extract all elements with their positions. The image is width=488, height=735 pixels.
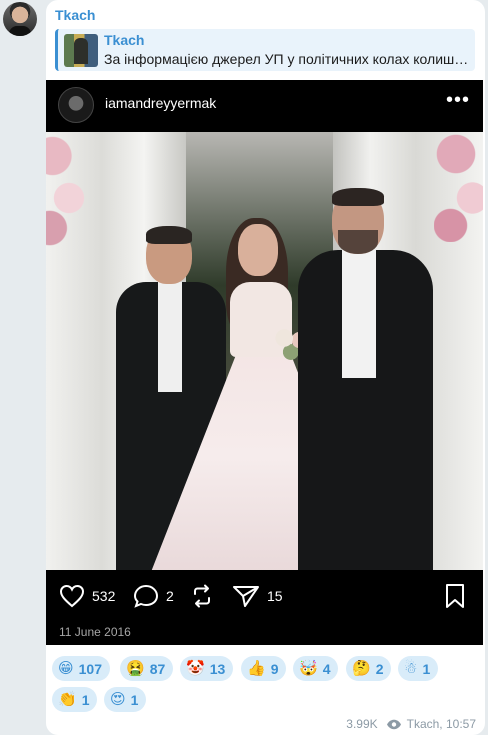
reply-sender-name: Tkach (104, 32, 145, 48)
reaction-emoji: 🤯 (299, 660, 318, 677)
reaction-emoji: 👏 (58, 691, 77, 708)
reaction-button[interactable]: 🤮 87 (120, 656, 174, 681)
bookmark-action (444, 583, 466, 609)
reaction-count: 1 (81, 691, 90, 708)
comment-icon (133, 584, 159, 608)
reaction-button[interactable]: 👏 1 (52, 687, 98, 712)
comment-action: 2 (133, 583, 174, 609)
reaction-count: 87 (149, 660, 166, 677)
message-footer: Tkach, 10:57 (406, 717, 476, 731)
reaction-count: 9 (270, 660, 279, 677)
send-icon (233, 586, 259, 607)
eye-icon (386, 719, 401, 729)
reaction-button[interactable]: 🤔 2 (346, 656, 392, 681)
comments-count: 2 (166, 588, 174, 604)
more-icon: ••• (446, 89, 471, 111)
reply-text: За інформацією джерел УП у політичних ко… (104, 51, 472, 67)
reaction-button[interactable]: 🤯 4 (293, 656, 339, 681)
shares-count: 15 (267, 588, 283, 604)
post-username: iamandreyyermak (105, 95, 217, 111)
reaction-emoji: 🤔 (352, 660, 371, 677)
reaction-button[interactable]: 👍 9 (241, 656, 287, 681)
reaction-emoji: 👍 (247, 660, 266, 677)
reply-thumbnail (64, 34, 98, 67)
message-bubble: Tkach Tkach За інформацією джерел УП у п… (46, 0, 485, 735)
heart-icon (59, 584, 85, 608)
message-meta: 3.99K Tkach, 10:57 (346, 717, 476, 731)
post-actions: 532 2 15 (46, 570, 483, 620)
reaction-count: 4 (322, 660, 331, 677)
reaction-emoji: 😍 (110, 691, 126, 708)
repost-icon (194, 584, 210, 608)
reaction-button[interactable]: 😍 1 (104, 687, 147, 712)
profile-avatar (58, 87, 94, 123)
reaction-count: 2 (375, 660, 384, 677)
repost-action (189, 583, 215, 609)
reaction-emoji: 😁 (58, 660, 74, 677)
views-count: 3.99K (346, 717, 378, 731)
reaction-button[interactable]: 😁 107 (52, 656, 110, 681)
sender-name[interactable]: Tkach (55, 7, 95, 23)
reaction-emoji: 🤮 (126, 660, 145, 677)
post-date: 11 June 2016 (59, 625, 131, 639)
reaction-emoji: 🤡 (186, 660, 205, 677)
wedding-photo (46, 132, 483, 570)
like-action: 532 (59, 583, 115, 609)
reaction-count: 1 (130, 691, 139, 708)
reply-quote[interactable]: Tkach За інформацією джерел УП у політич… (55, 29, 475, 71)
likes-count: 532 (92, 588, 116, 604)
reaction-count: 1 (422, 660, 431, 677)
reaction-button[interactable]: ☃ 1 (398, 656, 439, 681)
sender-avatar[interactable] (3, 2, 37, 36)
reaction-count: 107 (78, 660, 102, 677)
reaction-count: 13 (209, 660, 226, 677)
share-action: 15 (232, 583, 283, 609)
reaction-emoji: ☃ (404, 660, 418, 677)
reaction-button[interactable]: 🤡 13 (180, 656, 234, 681)
instagram-post-image[interactable]: iamandreyyermak ••• 532 2 15 11 June 201… (46, 80, 483, 645)
bookmark-icon (446, 584, 464, 608)
post-header: iamandreyyermak ••• (46, 80, 483, 132)
